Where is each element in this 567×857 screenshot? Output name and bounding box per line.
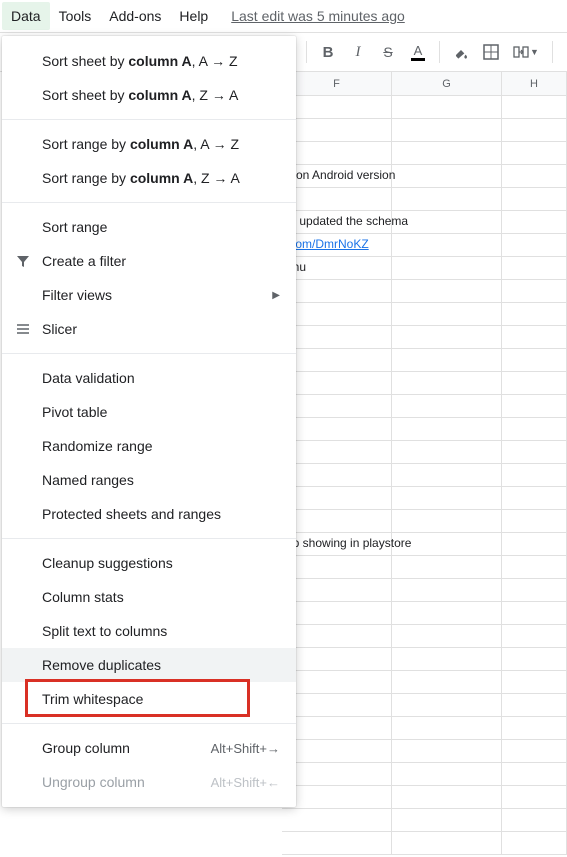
data-menu-dropdown: Sort sheet by column A, A → Z Sort sheet… xyxy=(2,36,296,807)
menu-protected-sheets[interactable]: Protected sheets and ranges xyxy=(2,497,296,531)
fill-color-button[interactable] xyxy=(446,37,476,67)
menu-column-stats[interactable]: Column stats xyxy=(2,580,296,614)
column-header-h[interactable]: H xyxy=(502,72,567,95)
menu-sort-sheet-asc[interactable]: Sort sheet by column A, A → Z xyxy=(2,44,296,78)
submenu-arrow-icon: ▶ xyxy=(272,290,280,301)
menu-sort-range-desc[interactable]: Sort range by column A, Z → A xyxy=(2,161,296,195)
borders-button[interactable] xyxy=(476,37,506,67)
menu-filter-views[interactable]: Filter views ▶ xyxy=(2,278,296,312)
menu-separator xyxy=(2,353,296,354)
menu-pivot-table[interactable]: Pivot table xyxy=(2,395,296,429)
menu-split-text[interactable]: Split text to columns xyxy=(2,614,296,648)
filter-icon xyxy=(14,252,32,270)
menu-data-validation[interactable]: Data validation xyxy=(2,361,296,395)
menu-tools[interactable]: Tools xyxy=(50,2,101,30)
menu-sort-sheet-desc[interactable]: Sort sheet by column A, Z → A xyxy=(2,78,296,112)
menu-sort-range-asc[interactable]: Sort range by column A, A → Z xyxy=(2,127,296,161)
menu-addons[interactable]: Add-ons xyxy=(100,2,170,30)
grid-rows: g on Android version ut updated the sche… xyxy=(282,96,567,855)
column-headers: F G H xyxy=(282,72,567,96)
menu-separator xyxy=(2,119,296,120)
italic-button[interactable]: I xyxy=(343,37,373,67)
menu-create-filter[interactable]: Create a filter xyxy=(2,244,296,278)
chevron-down-icon: ▼ xyxy=(530,47,539,57)
column-header-g[interactable]: G xyxy=(392,72,502,95)
menu-slicer[interactable]: Slicer xyxy=(2,312,296,346)
menu-data[interactable]: Data xyxy=(2,2,50,30)
slicer-icon xyxy=(14,320,32,338)
bold-button[interactable]: B xyxy=(313,37,343,67)
menu-sort-range[interactable]: Sort range xyxy=(2,210,296,244)
last-edit-link[interactable]: Last edit was 5 minutes ago xyxy=(231,8,405,24)
menu-trim-whitespace[interactable]: Trim whitespace xyxy=(2,682,296,716)
menu-separator xyxy=(2,538,296,539)
menu-help[interactable]: Help xyxy=(170,2,217,30)
menu-remove-duplicates[interactable]: Remove duplicates xyxy=(2,648,296,682)
text-color-button[interactable]: A xyxy=(403,37,433,67)
menu-named-ranges[interactable]: Named ranges xyxy=(2,463,296,497)
toolbar-divider xyxy=(306,41,307,63)
toolbar-divider xyxy=(439,41,440,63)
merge-cells-button[interactable]: ▼ xyxy=(506,37,546,67)
cell-link[interactable]: .com/DmrNoKZ xyxy=(282,234,392,256)
strikethrough-button[interactable]: S xyxy=(373,37,403,67)
menu-separator xyxy=(2,723,296,724)
column-header-f[interactable]: F xyxy=(282,72,392,95)
menu-separator xyxy=(2,202,296,203)
cell[interactable]: pp showing in playstore xyxy=(282,533,392,555)
shortcut-label: Alt+Shift+← xyxy=(211,775,280,790)
menu-randomize-range[interactable]: Randomize range xyxy=(2,429,296,463)
cell[interactable]: d xyxy=(282,280,392,302)
menubar: Data Tools Add-ons Help Last edit was 5 … xyxy=(0,0,567,32)
merge-icon xyxy=(513,44,529,60)
menu-cleanup-suggestions[interactable]: Cleanup suggestions xyxy=(2,546,296,580)
paint-bucket-icon xyxy=(453,44,469,60)
toolbar-divider xyxy=(552,41,553,63)
borders-icon xyxy=(483,44,499,60)
shortcut-label: Alt+Shift+→ xyxy=(211,741,280,756)
cell[interactable]: enu xyxy=(282,257,392,279)
menu-ungroup-column: Ungroup column Alt+Shift+← xyxy=(2,765,296,799)
menu-group-column[interactable]: Group column Alt+Shift+→ xyxy=(2,731,296,765)
cell[interactable]: ut updated the schema xyxy=(282,211,392,233)
cell[interactable]: g on Android version xyxy=(282,165,392,187)
